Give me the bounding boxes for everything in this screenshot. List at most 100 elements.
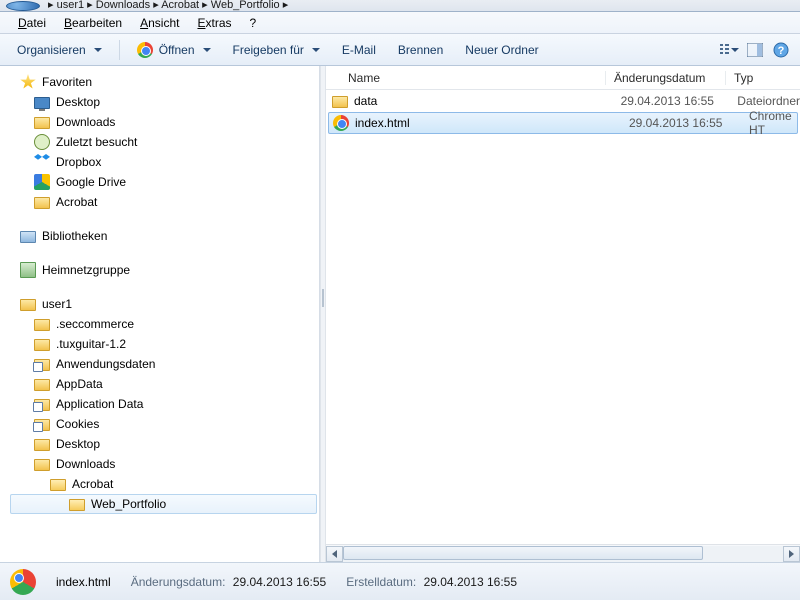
- menu-extras[interactable]: Extras: [189, 14, 239, 32]
- share-label: Freigeben für: [233, 43, 304, 57]
- chrome-icon: [137, 42, 153, 58]
- folder-shortcut-icon: [34, 419, 50, 431]
- tree-applicationdata[interactable]: Application Data: [10, 394, 317, 414]
- google-drive-icon: [34, 174, 50, 190]
- scrollbar-thumb[interactable]: [343, 546, 703, 560]
- open-label: Öffnen: [159, 43, 195, 57]
- scrollbar-track[interactable]: [343, 546, 783, 562]
- tree-user[interactable]: user1: [10, 294, 317, 314]
- tree-label: Google Drive: [56, 175, 126, 189]
- status-created-label: Erstelldatum:: [346, 575, 416, 589]
- file-row[interactable]: index.html29.04.2013 16:55Chrome HT: [328, 112, 798, 134]
- menu-edit[interactable]: Bearbeiten: [56, 14, 130, 32]
- email-label: E-Mail: [342, 43, 376, 57]
- status-mod-label: Änderungsdatum:: [131, 575, 226, 589]
- folder-icon: [34, 459, 50, 471]
- tree-webportfolio[interactable]: Web_Portfolio: [10, 494, 317, 514]
- dropdown-arrow-icon: [731, 48, 739, 52]
- col-header-name[interactable]: Name: [326, 71, 606, 85]
- folder-icon: [34, 197, 50, 209]
- crumb[interactable]: ▸ user1 ▸ Downloads ▸ Acrobat ▸ Web_Port…: [42, 0, 294, 11]
- horizontal-scrollbar[interactable]: [326, 544, 800, 562]
- open-button[interactable]: Öffnen: [128, 38, 220, 62]
- email-button[interactable]: E-Mail: [333, 39, 385, 61]
- status-created: Erstelldatum: 29.04.2013 16:55: [346, 575, 517, 589]
- burn-button[interactable]: Brennen: [389, 39, 452, 61]
- tree-cookies[interactable]: Cookies: [10, 414, 317, 434]
- view-options-button[interactable]: [718, 39, 740, 61]
- tree-libraries[interactable]: Bibliotheken: [10, 226, 317, 246]
- folder-icon: [34, 319, 50, 331]
- tree-desktop2[interactable]: Desktop: [10, 434, 317, 454]
- preview-pane-button[interactable]: [744, 39, 766, 61]
- file-name: index.html: [355, 116, 629, 130]
- tree-dropbox[interactable]: Dropbox: [10, 152, 317, 172]
- tree-tuxguitar[interactable]: .tuxguitar-1.2: [10, 334, 317, 354]
- tree-label: Downloads: [56, 457, 115, 471]
- new-folder-label: Neuer Ordner: [465, 43, 538, 57]
- tree-homegroup[interactable]: Heimnetzgruppe: [10, 260, 317, 280]
- tree-label: Web_Portfolio: [91, 497, 166, 511]
- folder-icon: [20, 299, 36, 311]
- tree-label: Downloads: [56, 115, 115, 129]
- help-button[interactable]: ?: [770, 39, 792, 61]
- folder-shortcut-icon: [34, 399, 50, 411]
- dropdown-arrow-icon: [312, 48, 320, 52]
- folder-open-icon: [69, 499, 85, 511]
- tree-label: Dropbox: [56, 155, 101, 169]
- burn-label: Brennen: [398, 43, 443, 57]
- navigation-tree[interactable]: Favoriten Desktop Downloads Zuletzt besu…: [0, 66, 320, 562]
- tree-downloads2[interactable]: Downloads: [10, 454, 317, 474]
- new-folder-button[interactable]: Neuer Ordner: [456, 39, 547, 61]
- tree-label: Desktop: [56, 95, 100, 109]
- folder-icon: [34, 379, 50, 391]
- homegroup-icon: [20, 262, 36, 278]
- desktop-icon: [34, 97, 50, 109]
- organize-button[interactable]: Organisieren: [8, 39, 111, 61]
- recent-icon: [34, 134, 50, 150]
- tree-desktop[interactable]: Desktop: [10, 92, 317, 112]
- tree-seccommerce[interactable]: .seccommerce: [10, 314, 317, 334]
- file-date: 29.04.2013 16:55: [621, 94, 738, 108]
- file-name: data: [354, 94, 621, 108]
- menu-help[interactable]: ?: [242, 14, 265, 32]
- tree-label: .seccommerce: [56, 317, 134, 331]
- tree-acrobat[interactable]: Acrobat: [10, 192, 317, 212]
- col-header-date[interactable]: Änderungsdatum: [606, 71, 726, 85]
- tree-label: Anwendungsdaten: [56, 357, 155, 371]
- column-headers[interactable]: Name Änderungsdatum Typ: [326, 66, 800, 90]
- scroll-right-button[interactable]: [783, 546, 800, 562]
- menu-file[interactable]: DDateiatei: [10, 14, 54, 32]
- folder-shortcut-icon: [34, 359, 50, 371]
- file-type: Dateiordner: [737, 94, 800, 108]
- pane-splitter[interactable]: [320, 66, 326, 562]
- folder-open-icon: [50, 479, 66, 491]
- tree-favorites[interactable]: Favoriten: [10, 72, 317, 92]
- tree-downloads[interactable]: Downloads: [10, 112, 317, 132]
- scroll-left-button[interactable]: [326, 546, 343, 562]
- separator: [119, 40, 120, 60]
- tree-appdata[interactable]: AppData: [10, 374, 317, 394]
- menu-bar: DDateiatei Bearbeiten Ansicht Extras ?: [0, 12, 800, 34]
- tree-recent[interactable]: Zuletzt besucht: [10, 132, 317, 152]
- status-mod-value: 29.04.2013 16:55: [233, 575, 326, 589]
- tree-label: AppData: [56, 377, 103, 391]
- triangle-right-icon: [789, 550, 794, 558]
- status-created-value: 29.04.2013 16:55: [424, 575, 517, 589]
- share-button[interactable]: Freigeben für: [224, 39, 329, 61]
- chrome-icon: [10, 569, 36, 595]
- tree-anwendungsdaten[interactable]: Anwendungsdaten: [10, 354, 317, 374]
- toolbar: Organisieren Öffnen Freigeben für E-Mail…: [0, 34, 800, 66]
- address-bar[interactable]: ▸ user1 ▸ Downloads ▸ Acrobat ▸ Web_Port…: [0, 0, 800, 12]
- tree-acrobat2[interactable]: Acrobat: [10, 474, 317, 494]
- tree-label: Zuletzt besucht: [56, 135, 137, 149]
- file-list-pane: Name Änderungsdatum Typ data29.04.2013 1…: [326, 66, 800, 562]
- menu-view[interactable]: Ansicht: [132, 14, 187, 32]
- file-row[interactable]: data29.04.2013 16:55Dateiordner: [326, 90, 800, 112]
- back-button[interactable]: [6, 1, 40, 11]
- tree-label: Heimnetzgruppe: [42, 263, 130, 277]
- status-modified: Änderungsdatum: 29.04.2013 16:55: [131, 575, 327, 589]
- col-header-type[interactable]: Typ: [726, 71, 800, 85]
- file-type: Chrome HT: [749, 109, 797, 137]
- tree-gdrive[interactable]: Google Drive: [10, 172, 317, 192]
